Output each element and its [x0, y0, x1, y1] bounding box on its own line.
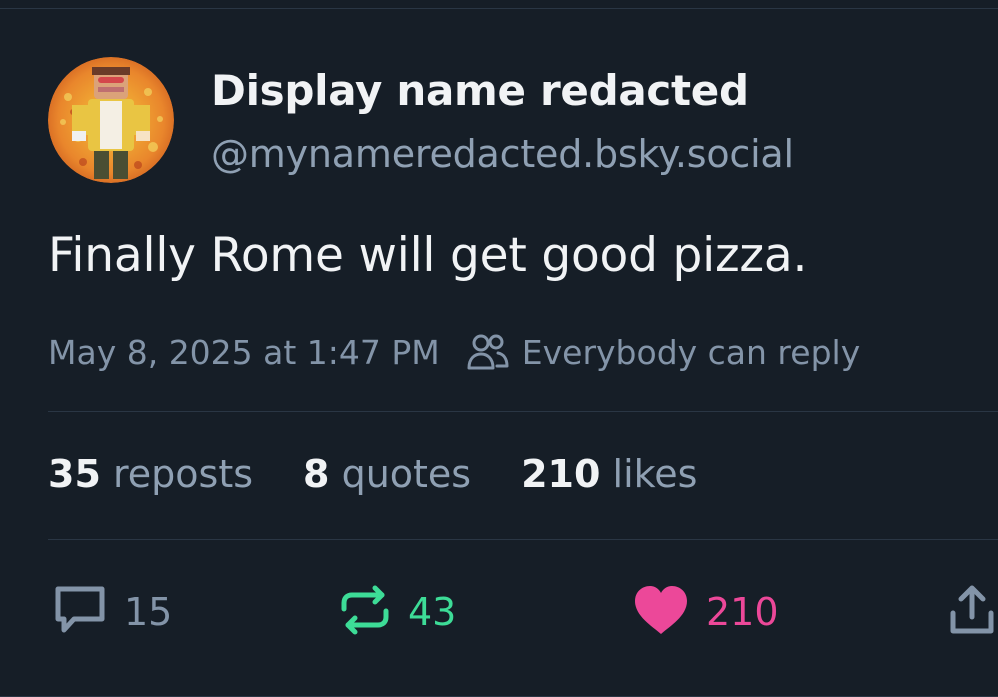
- like-button[interactable]: 210: [632, 582, 779, 642]
- post-timestamp: May 8, 2025 at 1:47 PM: [48, 332, 440, 372]
- action-bar: 15 43 210: [0, 582, 998, 642]
- author-handle[interactable]: @mynameredacted.bsky.social: [211, 132, 794, 176]
- post-meta: May 8, 2025 at 1:47 PM Everybody can rep…: [48, 330, 860, 374]
- avatar[interactable]: [48, 57, 174, 183]
- author-display-name[interactable]: Display name redacted: [211, 66, 749, 115]
- quotes-stat[interactable]: 8 quotes: [303, 452, 471, 496]
- top-divider: [0, 8, 998, 9]
- reply-button[interactable]: 15: [52, 582, 172, 642]
- heart-icon: [632, 584, 690, 640]
- reposts-count: 35: [48, 452, 101, 496]
- share-button[interactable]: [948, 582, 996, 642]
- repost-button[interactable]: 43: [338, 582, 456, 642]
- quotes-count: 8: [303, 452, 330, 496]
- repost-arrows-icon: [338, 583, 392, 641]
- engagement-stats: 35 reposts 8 quotes 210 likes: [48, 452, 747, 496]
- meta-divider: [48, 411, 998, 412]
- reposts-stat[interactable]: 35 reposts: [48, 452, 253, 496]
- post-text: Finally Rome will get good pizza.: [48, 228, 808, 283]
- likes-stat[interactable]: 210 likes: [521, 452, 697, 496]
- reply-count: 15: [124, 590, 173, 634]
- share-upload-icon: [948, 583, 996, 641]
- reply-setting-label[interactable]: Everybody can reply: [522, 333, 860, 372]
- post-thread-view: Display name redacted @mynameredacted.bs…: [0, 0, 998, 697]
- likes-label: likes: [612, 452, 698, 496]
- like-count: 210: [706, 590, 779, 634]
- stats-divider: [48, 539, 998, 540]
- people-icon: [466, 332, 510, 372]
- repost-count: 43: [408, 590, 457, 634]
- speech-bubble-icon: [52, 583, 108, 641]
- likes-count: 210: [521, 452, 601, 496]
- reposts-label: reposts: [112, 452, 254, 496]
- quotes-label: quotes: [341, 452, 472, 496]
